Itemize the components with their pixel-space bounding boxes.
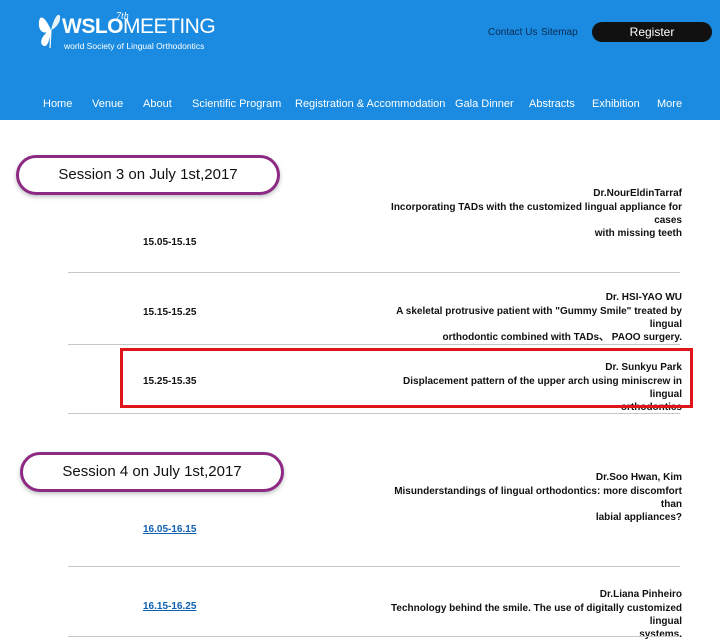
nav-registration-accommodation[interactable]: Registration & Accommodation: [295, 98, 445, 110]
nav-venue[interactable]: Venue: [92, 98, 123, 110]
nav-gala-dinner[interactable]: Gala Dinner: [455, 98, 514, 110]
talk-topic-line: Technology behind the smile. The use of …: [391, 603, 682, 627]
session-4-banner: Session 4 on July 1st,2017: [20, 452, 284, 492]
talk-topic-line: with missing teeth: [594, 228, 682, 239]
register-button[interactable]: Register: [592, 22, 712, 42]
talk-topic-line: labial appliances?: [595, 512, 682, 523]
talk-time: 15.05-15.15: [143, 237, 197, 248]
talk-topic-line: Incorporating TADs with the customized l…: [391, 202, 682, 226]
session-3-banner: Session 3 on July 1st,2017: [16, 155, 280, 195]
nav-home[interactable]: Home: [43, 98, 72, 110]
nav-scientific-program[interactable]: Scientific Program: [192, 98, 281, 110]
talk-topic-line: systems.: [639, 629, 682, 640]
sitemap-link[interactable]: Sitemap: [541, 27, 578, 38]
site-logo[interactable]: WSLOMEETING 7th world Society of Lingual…: [36, 6, 216, 52]
talk-session3-2: Dr. HSI-YAO WU A skeletal protrusive pat…: [382, 291, 682, 344]
logo-subtitle: world Society of Lingual Orthodontics: [64, 41, 205, 51]
nav-about[interactable]: About: [143, 98, 172, 110]
talk-topic-line: Misunderstandings of lingual orthodontic…: [394, 486, 682, 510]
talk-time-link[interactable]: 16.05-16.15: [143, 524, 243, 535]
talk-topic-line: A skeletal protrusive patient with "Gumm…: [396, 306, 682, 330]
talk-session4-2: Dr.Liana Pinheiro Technology behind the …: [382, 588, 682, 641]
talk-topic-line: orthodontic combined with TADs、 PAOO sur…: [442, 332, 682, 343]
speaker-name: Dr.Liana Pinheiro: [599, 589, 682, 600]
speaker-name: Dr. HSI-YAO WU: [605, 292, 682, 303]
logo-edition: 7th: [116, 11, 129, 22]
row-divider: [68, 413, 680, 414]
row-divider: [68, 636, 680, 637]
nav-exhibition[interactable]: Exhibition: [592, 98, 640, 110]
row-divider: [68, 272, 680, 273]
nav-more[interactable]: More: [657, 98, 682, 110]
speaker-name: Dr.Soo Hwan, Kim: [595, 472, 682, 483]
talk-time-link[interactable]: 16.15-16.25: [143, 601, 243, 612]
nav-abstracts[interactable]: Abstracts: [529, 98, 575, 110]
site-header: WSLOMEETING 7th world Society of Lingual…: [0, 0, 720, 120]
highlight-box: [120, 348, 693, 408]
row-divider: [68, 344, 680, 345]
talk-time: 15.15-15.25: [143, 307, 197, 318]
talk-session3-1: Dr.NourEldinTarraf Incorporating TADs wi…: [382, 187, 682, 240]
row-divider: [68, 566, 680, 567]
logo-title: WSLOMEETING: [62, 15, 216, 38]
speaker-name: Dr.NourEldinTarraf: [593, 188, 682, 199]
contact-us-link[interactable]: Contact Us: [488, 27, 537, 38]
talk-session4-1: Dr.Soo Hwan, Kim Misunderstandings of li…: [382, 471, 682, 524]
